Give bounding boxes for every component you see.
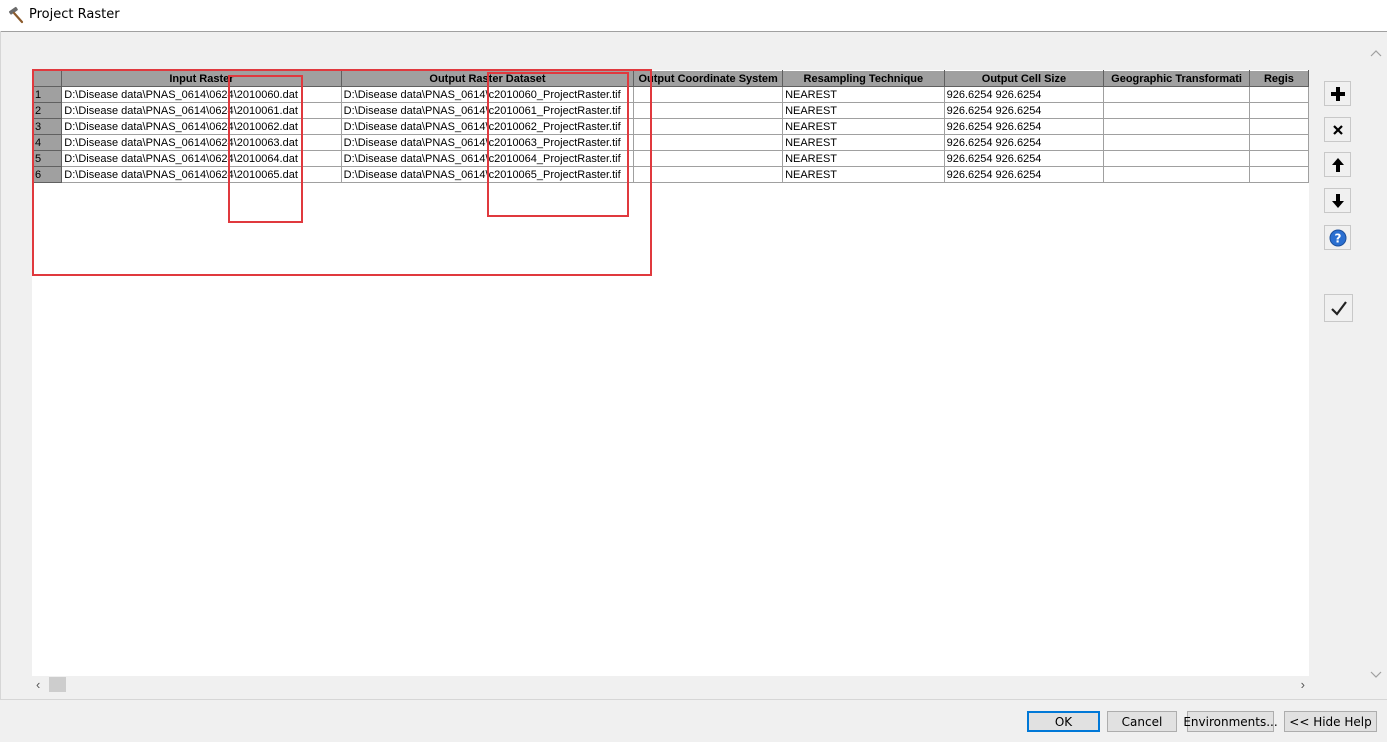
add-row-button[interactable] (1324, 81, 1351, 106)
check-icon (1330, 300, 1348, 316)
hide-help-button[interactable]: << Hide Help (1284, 711, 1377, 732)
geographic-transformation-cell[interactable] (1103, 134, 1250, 151)
move-down-button[interactable] (1324, 188, 1351, 213)
row-number[interactable]: 4 (32, 134, 63, 151)
arrow-up-icon (1331, 157, 1345, 173)
coordinate-system-cell[interactable] (633, 134, 784, 151)
geographic-transformation-cell[interactable] (1103, 150, 1250, 167)
coordinate-system-cell[interactable] (633, 118, 784, 135)
ok-button[interactable]: OK (1027, 711, 1100, 732)
coordinate-system-cell[interactable] (633, 150, 784, 167)
horizontal-scrollbar[interactable]: ‹ › (32, 676, 1309, 694)
table-row: 3 D:\Disease data\PNAS_0614\0624\2010062… (32, 118, 1309, 135)
input-raster-cell[interactable]: D:\Disease data\PNAS_0614\0624\2010062.d… (61, 118, 342, 135)
row-number[interactable]: 1 (32, 86, 63, 103)
cell-size-cell[interactable]: 926.6254 926.6254 (944, 150, 1105, 167)
header-registration[interactable]: Regis (1248, 70, 1309, 87)
cell-size-cell[interactable]: 926.6254 926.6254 (944, 134, 1105, 151)
help-button[interactable]: ? (1324, 225, 1351, 250)
arrow-down-icon (1331, 193, 1345, 209)
geographic-transformation-cell[interactable] (1103, 102, 1250, 119)
output-raster-cell[interactable]: D:\Disease data\PNAS_0614\c2010063_Proje… (341, 134, 635, 151)
input-raster-cell[interactable]: D:\Disease data\PNAS_0614\0624\2010063.d… (61, 134, 342, 151)
frame-left-border (0, 31, 1, 699)
header-input-raster[interactable]: Input Raster (61, 70, 342, 87)
row-number[interactable]: 2 (32, 102, 63, 119)
row-number[interactable]: 5 (32, 150, 63, 167)
table-row: 4 D:\Disease data\PNAS_0614\0624\2010063… (32, 134, 1309, 151)
geographic-transformation-cell[interactable] (1103, 118, 1250, 135)
row-number[interactable]: 6 (32, 166, 63, 183)
resampling-cell[interactable]: NEAREST (782, 86, 945, 103)
registration-cell[interactable] (1249, 102, 1309, 119)
input-raster-cell[interactable]: D:\Disease data\PNAS_0614\0624\2010065.d… (61, 166, 342, 183)
header-output-raster-dataset[interactable]: Output Raster Dataset (340, 70, 635, 87)
input-raster-cell[interactable]: D:\Disease data\PNAS_0614\0624\2010064.d… (61, 150, 342, 167)
help-icon: ? (1329, 229, 1347, 247)
resampling-cell[interactable]: NEAREST (782, 166, 945, 183)
close-icon (1332, 124, 1344, 136)
output-raster-cell[interactable]: D:\Disease data\PNAS_0614\c2010064_Proje… (341, 150, 635, 167)
table-row: 1 D:\Disease data\PNAS_0614\0624\2010060… (32, 86, 1309, 103)
cell-size-cell[interactable]: 926.6254 926.6254 (944, 102, 1105, 119)
environments-button[interactable]: Environments... (1183, 711, 1278, 732)
scroll-up-icon[interactable] (1370, 46, 1382, 60)
table-row: 5 D:\Disease data\PNAS_0614\0624\2010064… (32, 150, 1309, 167)
vertical-scrollbar[interactable] (1366, 32, 1387, 698)
footer-divider (0, 699, 1387, 700)
move-up-button[interactable] (1324, 152, 1351, 177)
resampling-cell[interactable]: NEAREST (782, 102, 945, 119)
coordinate-system-cell[interactable] (633, 166, 784, 183)
input-raster-cell[interactable]: D:\Disease data\PNAS_0614\0624\2010060.d… (61, 86, 342, 103)
header-resampling-technique[interactable]: Resampling Technique (782, 70, 945, 87)
scroll-left-icon[interactable]: ‹ (36, 677, 40, 692)
window-title: Project Raster (29, 7, 120, 22)
output-raster-cell[interactable]: D:\Disease data\PNAS_0614\c2010065_Proje… (341, 166, 635, 183)
resampling-cell[interactable]: NEAREST (782, 118, 945, 135)
coordinate-system-cell[interactable] (633, 86, 784, 103)
cancel-button[interactable]: Cancel (1107, 711, 1177, 732)
svg-text:?: ? (1334, 231, 1341, 245)
output-raster-cell[interactable]: D:\Disease data\PNAS_0614\c2010060_Proje… (341, 86, 635, 103)
project-raster-dialog: Project Raster Input Raster Output Raste… (0, 0, 1387, 742)
raster-table: Input Raster Output Raster Dataset Outpu… (32, 70, 1309, 183)
resampling-cell[interactable]: NEAREST (782, 150, 945, 167)
registration-cell[interactable] (1249, 150, 1309, 167)
scroll-down-icon[interactable] (1370, 668, 1382, 682)
cell-size-cell[interactable]: 926.6254 926.6254 (944, 166, 1105, 183)
output-raster-cell[interactable]: D:\Disease data\PNAS_0614\c2010061_Proje… (341, 102, 635, 119)
header-output-cell-size[interactable]: Output Cell Size (943, 70, 1105, 87)
input-raster-cell[interactable]: D:\Disease data\PNAS_0614\0624\2010061.d… (61, 102, 342, 119)
geographic-transformation-cell[interactable] (1103, 86, 1250, 103)
coordinate-system-cell[interactable] (633, 102, 784, 119)
cell-size-cell[interactable]: 926.6254 926.6254 (944, 118, 1105, 135)
title-divider (0, 31, 1387, 32)
scrollbar-thumb[interactable] (49, 677, 66, 692)
cell-size-cell[interactable]: 926.6254 926.6254 (944, 86, 1105, 103)
batch-grid[interactable]: Input Raster Output Raster Dataset Outpu… (32, 70, 1309, 676)
table-row: 6 D:\Disease data\PNAS_0614\0624\2010065… (32, 166, 1309, 183)
remove-row-button[interactable] (1324, 117, 1351, 142)
geographic-transformation-cell[interactable] (1103, 166, 1250, 183)
hammer-icon (7, 6, 25, 24)
output-raster-cell[interactable]: D:\Disease data\PNAS_0614\c2010062_Proje… (341, 118, 635, 135)
header-corner[interactable] (32, 70, 63, 87)
validate-button[interactable] (1324, 294, 1353, 322)
plus-icon (1330, 86, 1346, 102)
resampling-cell[interactable]: NEAREST (782, 134, 945, 151)
header-output-coordinate-system[interactable]: Output Coordinate System (633, 70, 784, 87)
title-bar: Project Raster (0, 0, 1387, 31)
scroll-right-icon[interactable]: › (1301, 677, 1305, 692)
table-header-row: Input Raster Output Raster Dataset Outpu… (32, 70, 1309, 87)
row-number[interactable]: 3 (32, 118, 63, 135)
table-row: 2 D:\Disease data\PNAS_0614\0624\2010061… (32, 102, 1309, 119)
registration-cell[interactable] (1249, 134, 1309, 151)
registration-cell[interactable] (1249, 118, 1309, 135)
header-geographic-transformation[interactable]: Geographic Transformati (1103, 70, 1250, 87)
registration-cell[interactable] (1249, 86, 1309, 103)
registration-cell[interactable] (1249, 166, 1309, 183)
